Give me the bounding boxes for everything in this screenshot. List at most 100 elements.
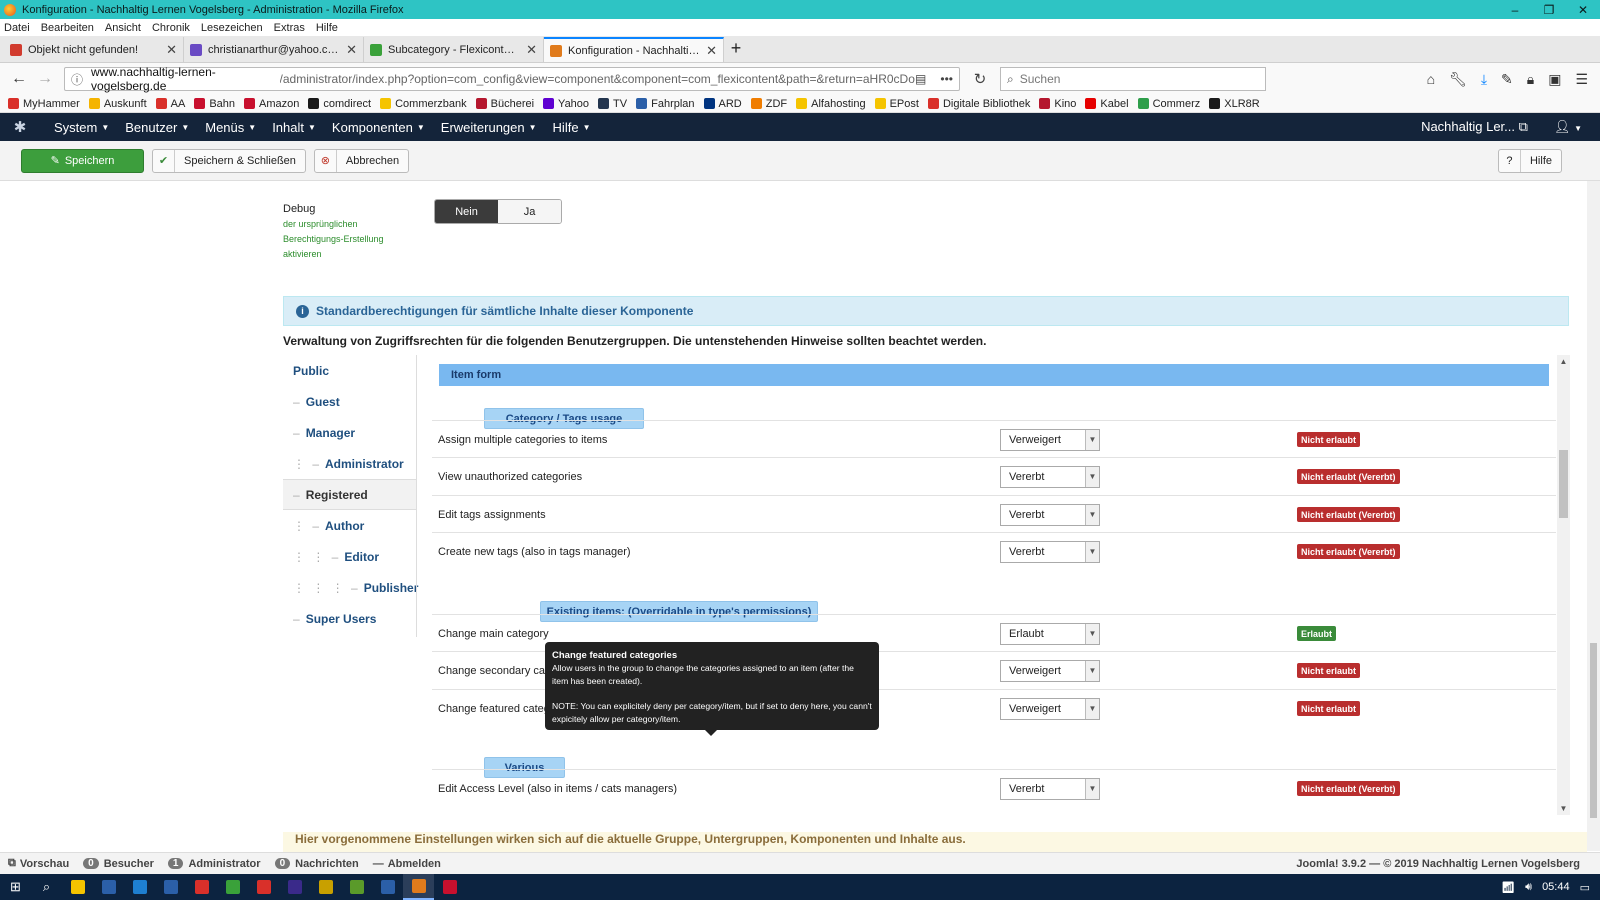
download-icon[interactable]: ⤓	[1481, 71, 1487, 88]
taskbar-app-icon[interactable]	[279, 874, 310, 900]
pen-icon[interactable]: ✎	[1501, 71, 1513, 88]
permission-select[interactable]: Verweigert ▼	[1000, 697, 1100, 720]
bookmark-b-cherei[interactable]: Bücherei	[475, 98, 534, 110]
bookmark-commerzbank[interactable]: Commerzbank	[380, 98, 467, 110]
group-manager[interactable]: – Manager	[283, 417, 416, 448]
bookmark-comdirect[interactable]: comdirect	[308, 98, 371, 110]
preview-link[interactable]: ⧉ Vorschau	[8, 857, 69, 870]
close-tab-icon[interactable]: ✕	[160, 42, 177, 58]
page-scroll-thumb[interactable]	[1590, 643, 1597, 818]
debug-option-ja[interactable]: Ja	[498, 200, 561, 223]
forward-button[interactable]: →	[32, 66, 58, 92]
logout-link[interactable]: — Abmelden	[373, 858, 441, 870]
bookmark-tv[interactable]: TV	[598, 98, 627, 110]
group-publisher[interactable]: ⋮ ⋮ ⋮ – Publisher	[283, 572, 418, 603]
scroll-up-icon[interactable]: ▲	[1557, 357, 1570, 366]
save-button[interactable]: ✎ Speichern	[21, 148, 144, 173]
panel-scroll-thumb[interactable]	[1559, 450, 1568, 518]
group-super-users[interactable]: – Super Users	[283, 603, 416, 634]
bookmark-fahrplan[interactable]: Fahrplan	[636, 98, 695, 110]
taskbar-app-icon[interactable]	[155, 874, 186, 900]
reload-button[interactable]: ↻	[966, 70, 994, 88]
bookmark-xlr8r[interactable]: XLR8R	[1209, 98, 1260, 110]
network-icon[interactable]: 📶︎	[1501, 881, 1515, 894]
close-tab-icon[interactable]: ✕	[340, 42, 357, 58]
taskbar-app-icon[interactable]	[124, 874, 155, 900]
taskbar-app-icon[interactable]	[341, 874, 372, 900]
menu-inhalt[interactable]: Inhalt ▼	[272, 120, 316, 135]
maximize-button[interactable]: ❐	[1532, 3, 1566, 17]
group-administrator[interactable]: ⋮ – Administrator	[283, 448, 416, 479]
permission-select[interactable]: Erlaubt ▼	[1000, 622, 1100, 645]
permission-select[interactable]: Vererbt ▼	[1000, 503, 1100, 526]
permission-select[interactable]: Vererbt ▼	[1000, 465, 1100, 488]
menu-komponenten[interactable]: Komponenten ▼	[332, 120, 425, 135]
search-icon[interactable]: ⌕	[31, 874, 62, 900]
joomla-logo-icon[interactable]: ✱	[0, 118, 40, 136]
save-close-button[interactable]: ✔ Speichern & Schließen	[152, 148, 306, 173]
permission-select[interactable]: Vererbt ▼	[1000, 777, 1100, 800]
start-button[interactable]: ⊞	[0, 874, 31, 900]
hamburger-menu-icon[interactable]: ☰	[1575, 71, 1588, 88]
debug-option-nein[interactable]: Nein	[435, 200, 498, 223]
tab-subcategory[interactable]: Subcategory - Flexicontent - Fl ✕	[364, 37, 544, 62]
taskbar-app-icon[interactable]	[62, 874, 93, 900]
permission-select[interactable]: Verweigert ▼	[1000, 659, 1100, 682]
bookmark-yahoo[interactable]: Yahoo	[543, 98, 589, 110]
back-button[interactable]: ←	[6, 66, 32, 92]
bookmark-epost[interactable]: EPost	[874, 98, 919, 110]
tools-icon[interactable]: 🔧︎	[1449, 71, 1467, 88]
bookmark-amazon[interactable]: Amazon	[244, 98, 299, 110]
new-tab-button[interactable]: +	[724, 37, 748, 62]
group-public[interactable]: Public	[283, 355, 416, 386]
tab-yahoo-mail[interactable]: christianarthur@yahoo.com - Y ✕	[184, 37, 364, 62]
taskbar-app-icon[interactable]	[248, 874, 279, 900]
clock[interactable]: 05:44	[1542, 881, 1570, 893]
permission-select[interactable]: Vererbt ▼	[1000, 540, 1100, 563]
help-button[interactable]: ? Hilfe	[1497, 148, 1562, 173]
menu-hilfe[interactable]: Hilfe	[316, 22, 338, 34]
scroll-down-icon[interactable]: ▼	[1557, 804, 1570, 813]
panel-scrollbar[interactable]: ▲ ▼	[1557, 355, 1570, 815]
page-scrollbar[interactable]	[1587, 181, 1600, 851]
taskbar-app-icon[interactable]	[217, 874, 248, 900]
menu-chronik[interactable]: Chronik	[152, 22, 190, 34]
site-link[interactable]: Nachhaltig Ler... ⧉	[1421, 119, 1528, 135]
notifications-icon[interactable]: ▭	[1580, 881, 1590, 894]
page-actions-icon[interactable]: •••	[940, 72, 953, 86]
close-tab-icon[interactable]: ✕	[520, 42, 537, 58]
search-bar[interactable]: ⌕ Suchen	[1000, 67, 1266, 91]
menu-lesezeichen[interactable]: Lesezeichen	[201, 22, 263, 34]
messages-link[interactable]: 0 Nachrichten	[274, 858, 359, 870]
group-author[interactable]: ⋮ – Author	[283, 510, 416, 541]
close-tab-icon[interactable]: ✕	[700, 43, 717, 59]
bookmark-auskunft[interactable]: Auskunft	[88, 98, 147, 110]
bookmark-zdf[interactable]: ZDF	[750, 98, 787, 110]
volume-icon[interactable]: 🔊︎	[1525, 881, 1532, 894]
taskbar-app-icon[interactable]	[372, 874, 403, 900]
taskbar-app-icon[interactable]	[403, 874, 434, 900]
bookmark-kabel[interactable]: Kabel	[1085, 98, 1129, 110]
tab-konfiguration[interactable]: Konfiguration - Nachhaltig Ler ✕	[544, 37, 724, 62]
extension-icon[interactable]: ▣	[1548, 71, 1561, 88]
menu-hilfe-joomla[interactable]: Hilfe ▼	[553, 120, 591, 135]
menu-benutzer[interactable]: Benutzer ▼	[125, 120, 189, 135]
site-info-icon[interactable]: ⓘ	[71, 71, 83, 88]
permission-select[interactable]: Verweigert ▼	[1000, 428, 1100, 451]
cancel-button[interactable]: ⊗ Abbrechen	[313, 148, 410, 173]
bookmark-aa[interactable]: AA	[155, 98, 185, 110]
bookmark-kino[interactable]: Kino	[1039, 98, 1076, 110]
menu-ansicht[interactable]: Ansicht	[105, 22, 141, 34]
menu-extras[interactable]: Extras	[274, 22, 305, 34]
user-menu[interactable]: 👤︎ ▼	[1554, 119, 1582, 135]
url-bar[interactable]: ⓘ www.nachhaltig-lernen-vogelsberg.de/ad…	[64, 65, 960, 93]
taskbar-app-icon[interactable]	[93, 874, 124, 900]
lock-icon[interactable]: 🔒︎	[1527, 71, 1534, 88]
close-window-button[interactable]: ✕	[1566, 3, 1600, 17]
home-icon[interactable]: ⌂	[1427, 71, 1435, 88]
bookmark-digitale-bibliothek[interactable]: Digitale Bibliothek	[927, 98, 1030, 110]
visitors-link[interactable]: 0 Besucher	[83, 858, 154, 870]
bookmark-bahn[interactable]: Bahn	[194, 98, 235, 110]
menu-erweiterungen[interactable]: Erweiterungen ▼	[441, 120, 537, 135]
admins-link[interactable]: 1 Administrator	[167, 858, 261, 870]
